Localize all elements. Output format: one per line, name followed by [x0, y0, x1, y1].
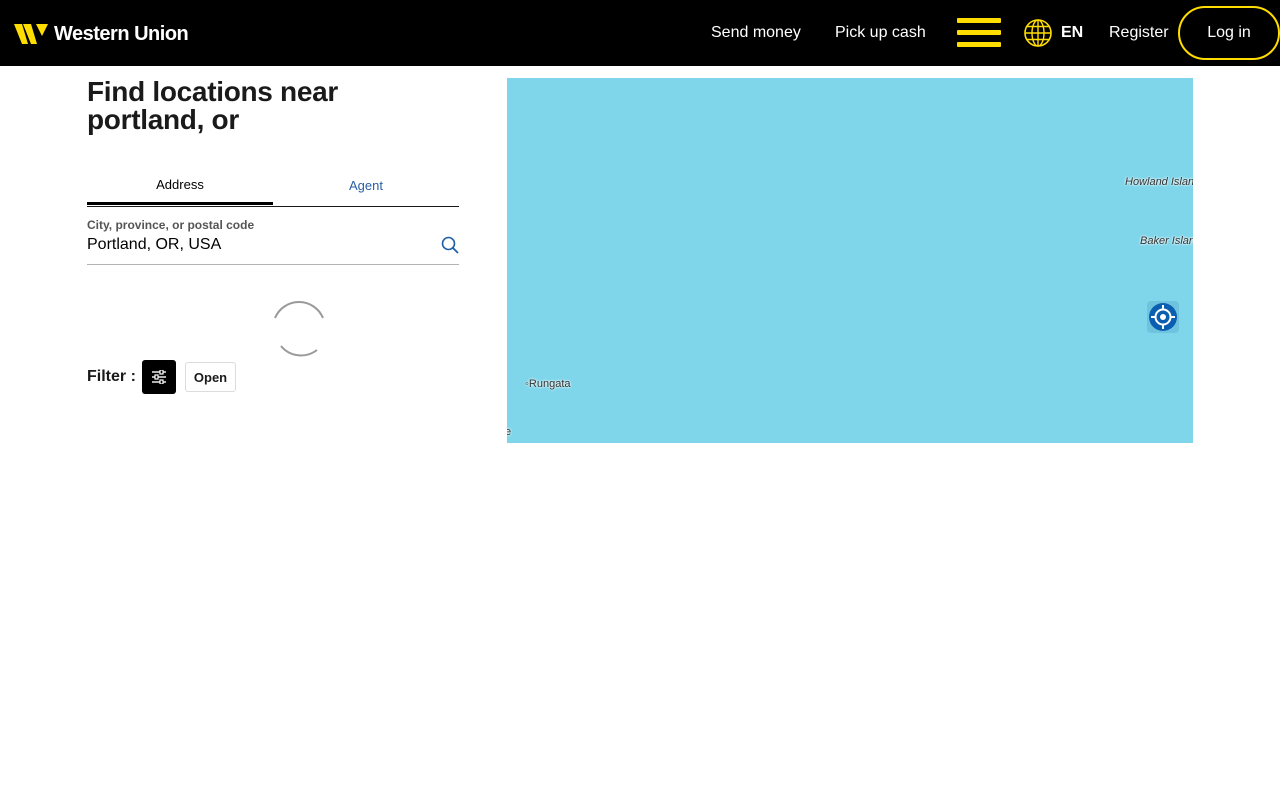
- site-header: Western Union Send money Pick up cash EN…: [0, 0, 1280, 66]
- globe-icon: [1024, 19, 1052, 47]
- filter-label: Filter :: [87, 368, 136, 385]
- location-search-field: City, province, or postal code: [87, 218, 459, 265]
- map-label-baker-island: Baker Island: [1140, 235, 1193, 247]
- map-label-edge: e: [507, 426, 512, 438]
- locations-map[interactable]: Howland Island Baker Island ◦Rungata e: [507, 78, 1193, 443]
- register-link[interactable]: Register: [1109, 22, 1169, 44]
- map-label-howland-island: Howland Island: [1125, 176, 1193, 188]
- western-union-logo-icon: [14, 24, 48, 44]
- nav-send-money[interactable]: Send money: [711, 22, 801, 44]
- map-label-rungata: ◦Rungata: [525, 378, 571, 390]
- filter-bar: Filter : Open: [87, 360, 237, 394]
- hamburger-menu-icon[interactable]: [957, 18, 1001, 48]
- brand-name: Western Union: [54, 22, 189, 45]
- nav-pick-up-cash[interactable]: Pick up cash: [835, 22, 926, 44]
- filter-settings-button[interactable]: [141, 360, 176, 394]
- login-button[interactable]: Log in: [1178, 6, 1280, 60]
- search-mode-tabs: Address Agent: [87, 166, 459, 207]
- page-title: Find locations near portland, or: [87, 76, 339, 135]
- language-selector[interactable]: EN: [1023, 18, 1083, 48]
- locate-me-button[interactable]: [1147, 301, 1179, 333]
- tab-address[interactable]: Address: [87, 166, 273, 205]
- filter-sliders-icon: [151, 370, 166, 384]
- tab-agent[interactable]: Agent: [273, 166, 459, 204]
- western-union-logo[interactable]: Western Union: [14, 22, 189, 46]
- map-label-rungata-text: Rungata: [528, 378, 571, 390]
- loading-spinner: [274, 301, 324, 357]
- filter-open-button[interactable]: Open: [184, 362, 237, 392]
- locate-me-icon: [1149, 303, 1177, 331]
- search-icon[interactable]: [441, 236, 459, 254]
- location-search-input[interactable]: [87, 235, 427, 255]
- language-code: EN: [1061, 24, 1084, 41]
- location-field-label: City, province, or postal code: [87, 218, 255, 232]
